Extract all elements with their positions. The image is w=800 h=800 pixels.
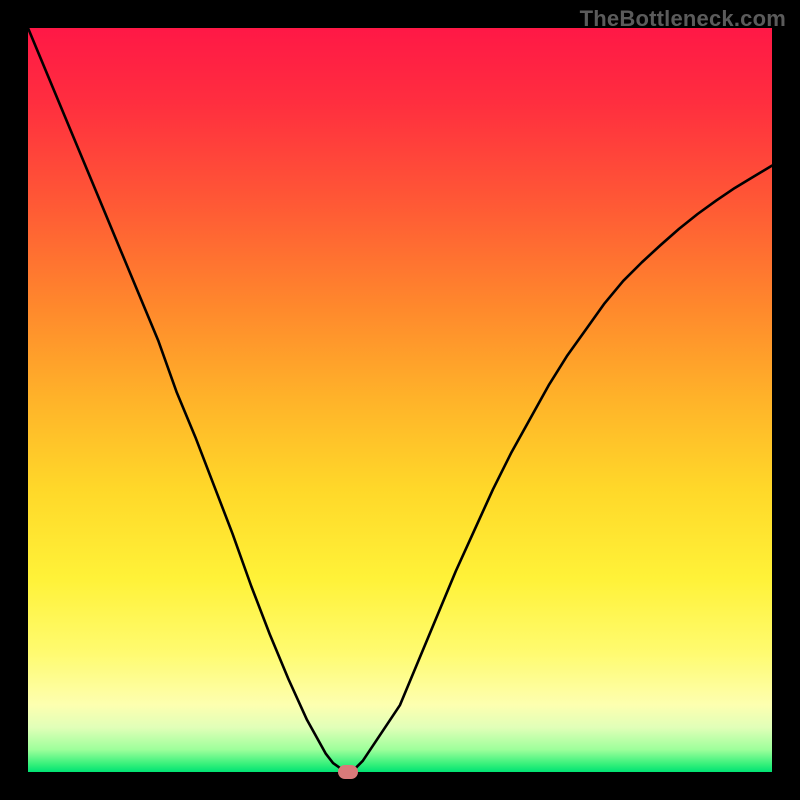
plot-area <box>28 28 772 772</box>
watermark-label: TheBottleneck.com <box>580 6 786 32</box>
curve-svg <box>28 28 772 772</box>
bottleneck-curve <box>28 28 772 768</box>
chart-frame: TheBottleneck.com <box>0 0 800 800</box>
optimum-marker <box>338 765 358 779</box>
